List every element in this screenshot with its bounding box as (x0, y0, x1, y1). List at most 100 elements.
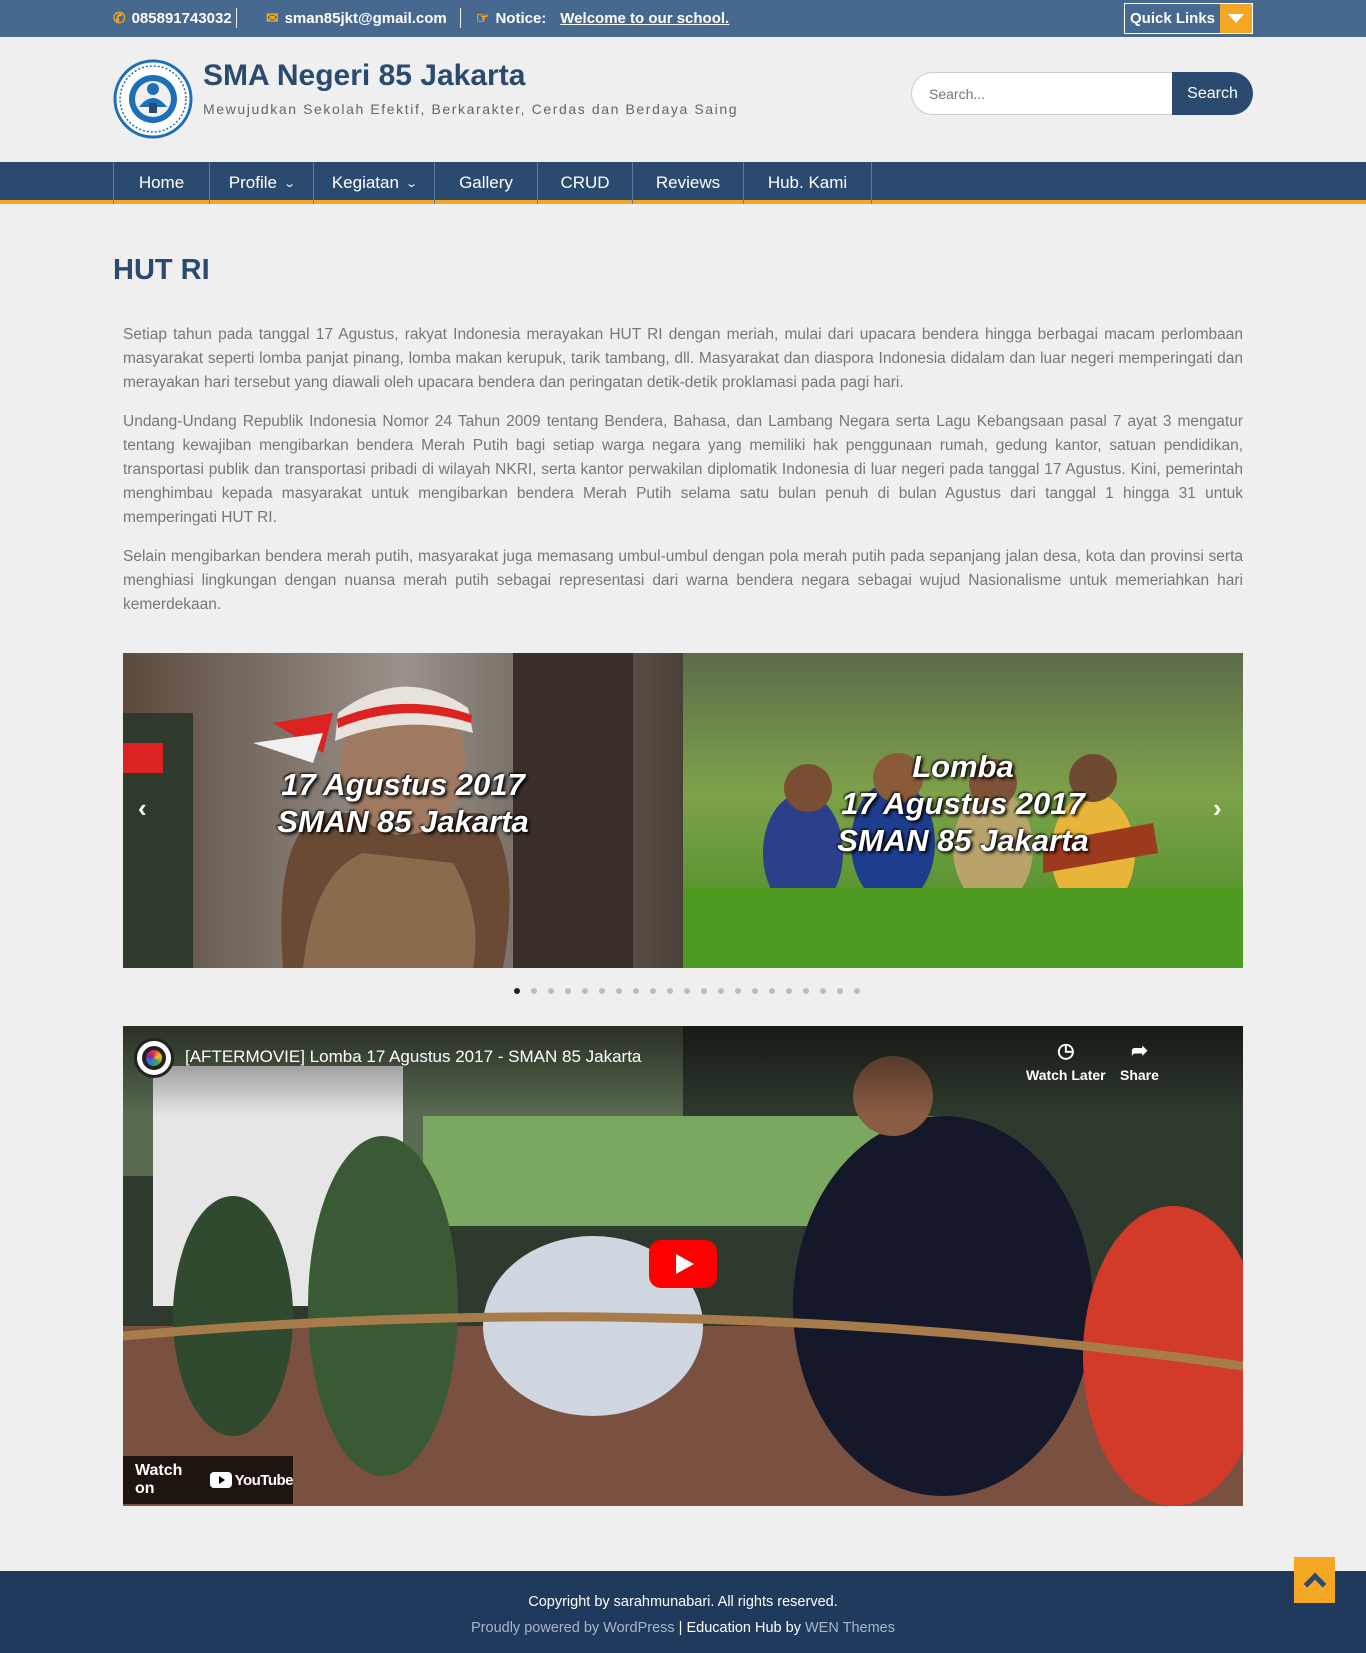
slider-dot[interactable] (599, 988, 605, 994)
clock-icon: ◷ (1057, 1040, 1075, 1062)
slide-caption-line: Lomba (912, 749, 1014, 784)
slider-dot[interactable] (854, 988, 860, 994)
main-navigation: Home Profile ⌄ Kegiatan ⌄ Gallery CRUD Rev… (0, 162, 1366, 204)
image-slider: 17 Agustus 2017 SMAN 85 Jakarta Lomba 17… (123, 653, 1243, 968)
theme-name: Education Hub (686, 1620, 782, 1636)
site-title[interactable]: SMA Negeri 85 Jakarta (203, 59, 525, 93)
slider-dot[interactable] (684, 988, 690, 994)
share-button[interactable]: ➦ Share (1120, 1038, 1159, 1083)
youtube-play-icon (209, 1472, 232, 1488)
top-bar: ✆ 085891743032 ✉ sman85jkt@gmail.com ☞ N… (0, 0, 1366, 37)
nav-item-label: Reviews (655, 173, 721, 192)
quick-links-button[interactable]: Quick Links (1124, 3, 1253, 34)
video-title[interactable]: [AFTERMOVIE] Lomba 17 Agustus 2017 - SMA… (185, 1047, 641, 1067)
slide-caption-line: 17 Agustus 2017 (841, 786, 1085, 821)
slider-dot[interactable] (650, 988, 656, 994)
search-button[interactable]: Search (1172, 72, 1253, 115)
powered-by-link[interactable]: Proudly powered by WordPress (471, 1620, 675, 1636)
site-tagline: Mewujudkan Sekolah Efektif, Berkarakter,… (203, 101, 739, 117)
notice-link[interactable]: Welcome to our school. (560, 10, 729, 27)
search-input[interactable] (911, 72, 1172, 115)
phone-icon: ✆ (113, 10, 126, 27)
slider-dot[interactable] (616, 988, 622, 994)
slider-dot[interactable] (803, 988, 809, 994)
nav-item-label: Profile (228, 173, 277, 192)
school-logo[interactable] (113, 59, 193, 139)
footer-credits: Proudly powered by WordPress | Education… (0, 1620, 1366, 1636)
nav-item-hub-kami[interactable]: Hub. Kami (744, 162, 872, 204)
slide-caption-line: 17 Agustus 2017 (281, 767, 525, 802)
slider-dot[interactable] (582, 988, 588, 994)
play-icon (676, 1254, 694, 1274)
slider-dot[interactable] (548, 988, 554, 994)
watch-later-label: Watch Later (1026, 1067, 1106, 1083)
topbar-divider (236, 8, 237, 28)
slide-caption: Lomba 17 Agustus 2017 SMAN 85 Jakarta (683, 748, 1243, 859)
topbar-divider (460, 8, 461, 28)
article-paragraph: Undang-Undang Republik Indonesia Nomor 2… (123, 413, 1243, 526)
nav-item-home[interactable]: Home (114, 162, 210, 204)
quick-links-label: Quick Links (1129, 10, 1216, 27)
slider-dot[interactable] (718, 988, 724, 994)
envelope-icon: ✉ (266, 10, 279, 27)
article-content: Setiap tahun pada tanggal 17 Agustus, ra… (123, 323, 1243, 632)
slide-caption-line: SMAN 85 Jakarta (277, 804, 529, 839)
slider-next-arrow[interactable]: › (1213, 793, 1222, 824)
email-address: sman85jkt@gmail.com (284, 9, 447, 27)
slide-2[interactable]: Lomba 17 Agustus 2017 SMAN 85 Jakarta (683, 653, 1243, 968)
slider-dot[interactable] (514, 988, 520, 994)
email-contact[interactable]: ✉ sman85jkt@gmail.com (266, 9, 447, 28)
slider-dot[interactable] (565, 988, 571, 994)
nav-item-crud[interactable]: CRUD (538, 162, 633, 204)
slider-dot[interactable] (531, 988, 537, 994)
watch-later-button[interactable]: ◷ Watch Later (1026, 1038, 1106, 1083)
slider-dot[interactable] (667, 988, 673, 994)
slider-dot[interactable] (786, 988, 792, 994)
slider-dot[interactable] (701, 988, 707, 994)
watch-on-youtube-button[interactable]: Watch on YouTube (123, 1456, 294, 1504)
slide-1[interactable]: 17 Agustus 2017 SMAN 85 Jakarta (123, 653, 683, 968)
chevron-up-icon (1303, 1572, 1326, 1596)
channel-avatar[interactable] (134, 1038, 174, 1078)
footer-separator: | (678, 1620, 683, 1636)
hand-point-icon: ☞ (476, 10, 490, 27)
slide-caption: 17 Agustus 2017 SMAN 85 Jakarta (123, 766, 683, 840)
phone-contact[interactable]: ✆ 085891743032 (113, 9, 232, 28)
slider-dot[interactable] (769, 988, 775, 994)
youtube-wordmark: YouTube (234, 1471, 294, 1489)
phone-number: 085891743032 (131, 9, 232, 27)
nav-item-label: Kegiatan (331, 173, 399, 192)
slider-dot[interactable] (735, 988, 741, 994)
site-header: SMA Negeri 85 Jakarta Mewujudkan Sekolah… (0, 37, 1366, 162)
search-form: Search (911, 72, 1253, 115)
back-to-top-button[interactable] (1294, 1557, 1335, 1603)
slider-prev-arrow[interactable]: ‹ (138, 793, 147, 824)
slider-dots (0, 988, 1366, 994)
footer-by: by (785, 1620, 801, 1636)
nav-item-label: Home (138, 173, 185, 192)
share-label: Share (1120, 1067, 1159, 1083)
nav-item-reviews[interactable]: Reviews (633, 162, 744, 204)
slider-dot[interactable] (837, 988, 843, 994)
copyright-text: Copyright by sarahmunabari. All rights r… (528, 1594, 838, 1610)
nav-item-profile[interactable]: Profile ⌄ (210, 162, 314, 204)
chevron-down-icon: ⌄ (405, 177, 419, 190)
youtube-logo: YouTube (209, 1471, 294, 1489)
watch-on-label: Watch on (135, 1462, 183, 1497)
share-icon: ➦ (1131, 1040, 1148, 1062)
notice-label: Notice: (495, 9, 547, 27)
slider-dot[interactable] (752, 988, 758, 994)
article-paragraph: Selain mengibarkan bendera merah putih, … (123, 548, 1243, 613)
play-button[interactable] (649, 1240, 717, 1288)
chevron-down-icon: ⌄ (283, 177, 297, 190)
nav-item-gallery[interactable]: Gallery (435, 162, 538, 204)
slider-dot[interactable] (820, 988, 826, 994)
nav-item-label: Hub. Kami (767, 173, 848, 192)
slider-dot[interactable] (633, 988, 639, 994)
youtube-embed[interactable]: [AFTERMOVIE] Lomba 17 Agustus 2017 - SMA… (123, 1026, 1243, 1506)
slide-caption-line: SMAN 85 Jakarta (837, 823, 1089, 858)
theme-author-link[interactable]: WEN Themes (805, 1620, 895, 1636)
nav-item-label: CRUD (560, 173, 610, 192)
nav-item-kegiatan[interactable]: Kegiatan ⌄ (314, 162, 435, 204)
notice: ☞ Notice: Welcome to our school. (476, 9, 729, 28)
